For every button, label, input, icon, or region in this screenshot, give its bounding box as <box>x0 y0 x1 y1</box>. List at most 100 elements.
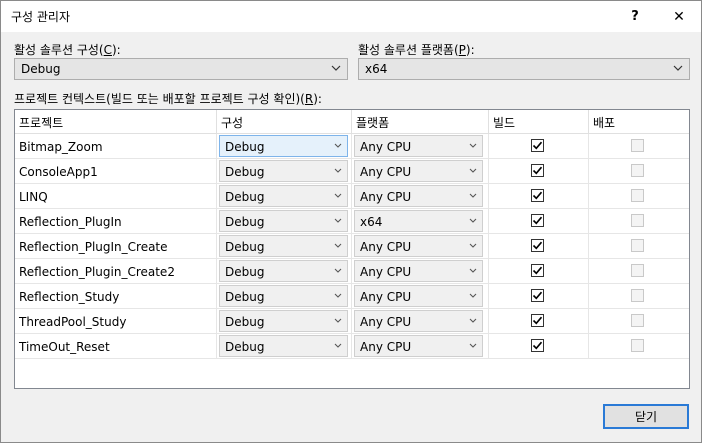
config-cell: Debug <box>217 159 352 184</box>
project-contexts-label: 프로젝트 컨텍스트(빌드 또는 배포할 프로젝트 구성 확인)(R): <box>14 92 322 106</box>
build-cell <box>489 334 589 359</box>
build-checkbox[interactable] <box>531 314 544 327</box>
platform-cell: Any CPU <box>352 184 489 209</box>
row-platform-dropdown[interactable]: Any CPU <box>354 135 483 157</box>
project-name: TimeOut_Reset <box>19 340 110 354</box>
platform-cell: Any CPU <box>352 284 489 309</box>
build-checkbox[interactable] <box>531 264 544 277</box>
deploy-checkbox <box>631 264 644 277</box>
row-platform-dropdown[interactable]: Any CPU <box>354 235 483 257</box>
platform-cell: Any CPU <box>352 334 489 359</box>
active-platform-value: x64 <box>365 62 388 76</box>
chevron-down-icon <box>469 243 477 248</box>
chevron-down-icon <box>334 143 342 148</box>
build-checkbox[interactable] <box>531 139 544 152</box>
deploy-checkbox <box>631 164 644 177</box>
config-cell: Debug <box>217 259 352 284</box>
chevron-down-icon <box>673 65 683 71</box>
row-config-dropdown[interactable]: Debug <box>219 310 348 332</box>
chevron-down-icon <box>469 343 477 348</box>
row-platform-dropdown[interactable]: Any CPU <box>354 285 483 307</box>
deploy-cell <box>589 284 689 309</box>
deploy-checkbox <box>631 214 644 227</box>
deploy-checkbox <box>631 339 644 352</box>
config-cell: Debug <box>217 234 352 259</box>
active-config-dropdown[interactable]: Debug <box>14 58 348 80</box>
row-config-dropdown[interactable]: Debug <box>219 160 348 182</box>
column-header-config[interactable]: 구성 <box>217 110 352 134</box>
table-row: LINQ Debug Any CPU <box>15 184 689 209</box>
config-cell: Debug <box>217 284 352 309</box>
help-button[interactable]: ? <box>613 1 657 32</box>
chevron-down-icon <box>334 168 342 173</box>
row-config-dropdown[interactable]: Debug <box>219 185 348 207</box>
row-platform-dropdown[interactable]: Any CPU <box>354 310 483 332</box>
build-checkbox[interactable] <box>531 214 544 227</box>
project-contexts-grid: 프로젝트 구성 플랫폼 빌드 배포 Bitmap_Zoom Debug Any CP… <box>14 109 690 389</box>
config-cell: Debug <box>217 309 352 334</box>
build-cell <box>489 209 589 234</box>
build-cell <box>489 234 589 259</box>
build-cell <box>489 134 589 159</box>
row-config-dropdown[interactable]: Debug <box>219 335 348 357</box>
project-cell: LINQ <box>15 184 217 209</box>
close-button[interactable]: 닫기 <box>603 404 689 429</box>
config-cell: Debug <box>217 209 352 234</box>
row-config-dropdown[interactable]: Debug <box>219 260 348 282</box>
active-config-value: Debug <box>21 62 61 76</box>
row-config-dropdown[interactable]: Debug <box>219 285 348 307</box>
deploy-checkbox <box>631 189 644 202</box>
project-name: Bitmap_Zoom <box>19 140 103 154</box>
chevron-down-icon <box>469 143 477 148</box>
project-name: Reflection_Study <box>19 290 120 304</box>
platform-cell: x64 <box>352 209 489 234</box>
deploy-checkbox <box>631 289 644 302</box>
title-bar: 구성 관리자 ? ✕ <box>1 1 701 32</box>
build-checkbox[interactable] <box>531 289 544 302</box>
project-cell: Reflection_PlugIn_Create <box>15 234 217 259</box>
build-checkbox[interactable] <box>531 339 544 352</box>
row-platform-dropdown[interactable]: Any CPU <box>354 260 483 282</box>
chevron-down-icon <box>469 268 477 273</box>
platform-cell: Any CPU <box>352 309 489 334</box>
build-checkbox[interactable] <box>531 164 544 177</box>
chevron-down-icon <box>334 318 342 323</box>
project-name: Reflection_PlugIn <box>19 215 122 229</box>
chevron-down-icon <box>469 293 477 298</box>
column-header-project[interactable]: 프로젝트 <box>15 110 217 134</box>
build-cell <box>489 309 589 334</box>
platform-cell: Any CPU <box>352 134 489 159</box>
config-cell: Debug <box>217 134 352 159</box>
deploy-cell <box>589 184 689 209</box>
chevron-down-icon <box>334 218 342 223</box>
row-platform-dropdown[interactable]: Any CPU <box>354 160 483 182</box>
close-icon[interactable]: ✕ <box>657 1 701 32</box>
row-platform-dropdown[interactable]: Any CPU <box>354 185 483 207</box>
table-row: Bitmap_Zoom Debug Any CPU <box>15 134 689 159</box>
row-config-dropdown[interactable]: Debug <box>219 235 348 257</box>
column-header-build[interactable]: 빌드 <box>489 110 589 134</box>
project-name: Reflection_PlugIn_Create <box>19 240 168 254</box>
deploy-cell <box>589 234 689 259</box>
table-row: ConsoleApp1 Debug Any CPU <box>15 159 689 184</box>
deploy-cell <box>589 209 689 234</box>
configuration-manager-dialog: 구성 관리자 ? ✕ 활성 솔루션 구성(C): Debug 활성 솔루션 플랫… <box>0 0 702 443</box>
build-checkbox[interactable] <box>531 189 544 202</box>
row-config-dropdown[interactable]: Debug <box>219 210 348 232</box>
column-header-deploy[interactable]: 배포 <box>589 110 689 134</box>
project-name: ThreadPool_Study <box>19 315 127 329</box>
table-row: Reflection_PlugIn Debug x64 <box>15 209 689 234</box>
build-checkbox[interactable] <box>531 239 544 252</box>
column-header-platform[interactable]: 플랫폼 <box>352 110 489 134</box>
row-config-dropdown[interactable]: Debug <box>219 135 348 157</box>
row-platform-dropdown[interactable]: Any CPU <box>354 335 483 357</box>
deploy-checkbox <box>631 239 644 252</box>
active-platform-dropdown[interactable]: x64 <box>358 58 690 80</box>
project-cell: Bitmap_Zoom <box>15 134 217 159</box>
project-name: ConsoleApp1 <box>19 165 98 179</box>
table-row: Reflection_PlugIn_Create Debug Any CPU <box>15 234 689 259</box>
project-name: LINQ <box>19 190 48 204</box>
chevron-down-icon <box>334 268 342 273</box>
row-platform-dropdown[interactable]: x64 <box>354 210 483 232</box>
chevron-down-icon <box>334 243 342 248</box>
